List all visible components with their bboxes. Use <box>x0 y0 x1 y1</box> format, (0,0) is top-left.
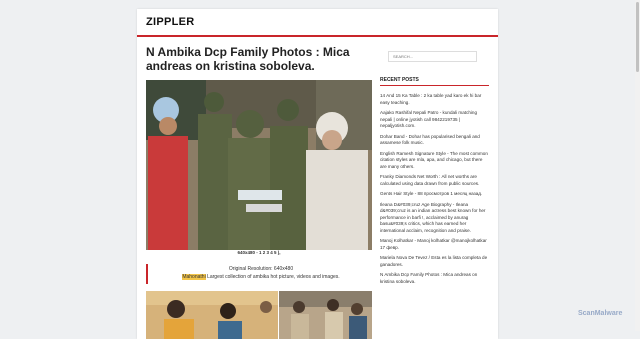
page-scrollbar[interactable] <box>635 0 640 331</box>
related-photo-1 <box>146 291 278 339</box>
header-divider <box>137 35 498 37</box>
recent-post-link[interactable]: Manoj Kolhatkar - Manoj kolhatkar @manoj… <box>380 238 490 251</box>
recent-post-link[interactable]: 14 And 15 Ka Table : 2 ka table yad karo… <box>380 93 490 106</box>
recent-post-link[interactable]: Gents Hair Style - 88 просмотров 1 месяц… <box>380 191 490 198</box>
related-image-2[interactable] <box>279 291 372 339</box>
description-line: Mahonathi Largest collection of ambika h… <box>148 274 374 280</box>
related-photo-2 <box>279 291 372 339</box>
recent-post-link[interactable]: Franky Diamonds Net Worth : All net wort… <box>380 174 490 187</box>
article-title: N Ambika Dcp Family Photos : Mica andrea… <box>146 45 350 73</box>
article-blockquote: Original Resolution: 640x480 Mahonathi L… <box>146 264 374 284</box>
page-container: ZIPPLER N Ambika Dcp Family Photos : Mic… <box>137 9 498 339</box>
recent-post-link[interactable]: Dohar Band - Dohar has popularised benga… <box>380 134 490 147</box>
recent-post-link[interactable]: English Ramesh Signature Style - The mos… <box>380 151 490 171</box>
article-hero-image[interactable] <box>146 80 372 250</box>
scrollbar-thumb[interactable] <box>636 2 639 72</box>
scanmalware-watermark: ScanMalware <box>578 310 623 317</box>
image-caption: 640x480 - 1 2 3 4 5 ), <box>237 250 281 255</box>
description-text: Largest collection of ambika hot picture… <box>205 274 340 280</box>
recent-posts-divider <box>380 85 489 86</box>
highlighted-keyword: Mahonathi <box>182 274 206 280</box>
site-logo[interactable]: ZIPPLER <box>146 16 195 28</box>
recent-posts-list: 14 And 15 Ka Table : 2 ka table yad karo… <box>380 93 490 289</box>
hero-photo <box>146 80 372 250</box>
related-image-1[interactable] <box>146 291 278 339</box>
search-input[interactable] <box>388 51 477 62</box>
recent-posts-heading: RECENT POSTS <box>380 77 419 83</box>
recent-post-link[interactable]: Aajako Rashifal Nepali Patro - kundali m… <box>380 110 490 130</box>
recent-post-link[interactable]: Ileana D&#039;cruz Age Biography - Ilean… <box>380 202 490 235</box>
recent-post-link[interactable]: N Ambika Dcp Family Photos : Mica andrea… <box>380 272 490 285</box>
original-resolution-text: Original Resolution: 640x480 <box>228 266 294 272</box>
recent-post-link[interactable]: Mariela Nova De Tevez / Esta es la lista… <box>380 255 490 268</box>
